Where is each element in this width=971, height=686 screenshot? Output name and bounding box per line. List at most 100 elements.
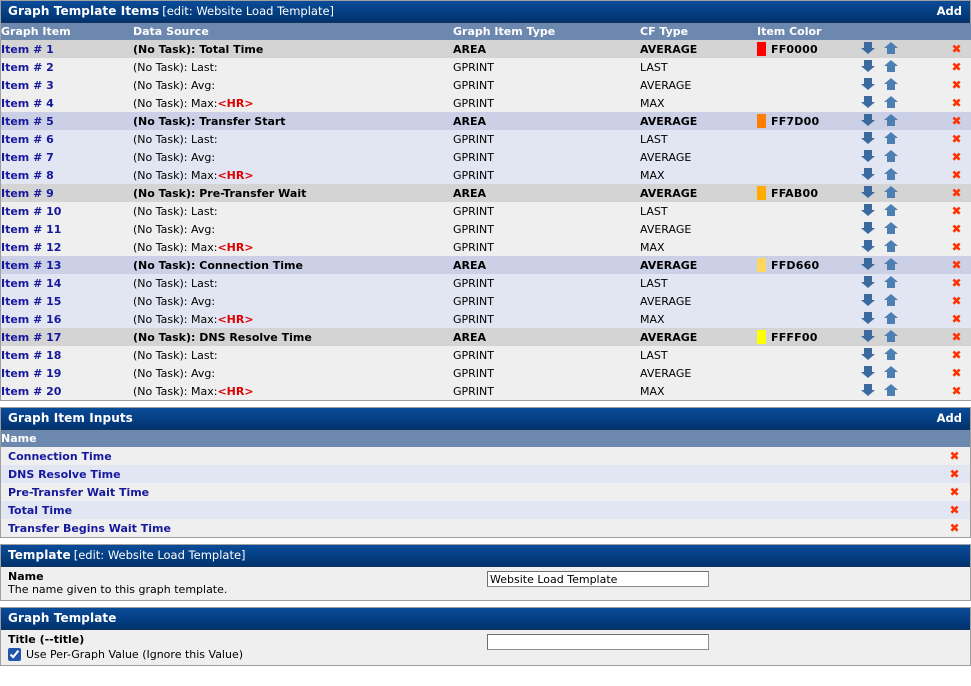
delete-icon[interactable]: ✖ [951,276,961,290]
delete-icon[interactable]: ✖ [951,150,961,164]
graph-item-link[interactable]: Item # 19 [1,367,61,380]
arrow-up-icon[interactable] [884,257,898,271]
delete-icon[interactable]: ✖ [949,521,959,535]
graph-item-link[interactable]: Item # 3 [1,79,54,92]
arrow-up-icon[interactable] [884,383,898,397]
data-source-text: (No Task): Last: [133,132,218,146]
template-name-input[interactable] [487,571,709,587]
arrow-up-icon[interactable] [884,239,898,253]
arrow-down-icon[interactable] [861,41,875,55]
delete-icon[interactable]: ✖ [949,467,959,481]
arrow-down-icon[interactable] [861,185,875,199]
use-per-graph-value-checkbox[interactable] [8,648,21,661]
arrow-down-icon[interactable] [861,149,875,163]
graph-item-link[interactable]: Item # 18 [1,349,61,362]
arrow-up-icon[interactable] [884,347,898,361]
delete-icon[interactable]: ✖ [951,348,961,362]
delete-icon[interactable]: ✖ [951,384,961,398]
arrow-up-icon[interactable] [884,59,898,73]
graph-item-link[interactable]: Item # 17 [1,331,61,344]
graph-item-link[interactable]: Item # 4 [1,97,54,110]
graph-item-link[interactable]: Item # 10 [1,205,61,218]
graph-item-input-link[interactable]: Total Time [1,504,72,517]
arrow-down-icon[interactable] [861,239,875,253]
arrow-down-icon[interactable] [861,311,875,325]
graph-template-title-input[interactable] [487,634,709,650]
graph-item-input-link[interactable]: Connection Time [1,450,112,463]
use-per-graph-value-label[interactable]: Use Per-Graph Value (Ignore this Value) [26,648,243,661]
arrow-down-icon[interactable] [861,329,875,343]
delete-icon[interactable]: ✖ [949,503,959,517]
delete-icon[interactable]: ✖ [951,60,961,74]
arrow-up-icon[interactable] [884,77,898,91]
delete-icon[interactable]: ✖ [951,294,961,308]
delete-icon[interactable]: ✖ [949,485,959,499]
table-row: Item # 15 (No Task): Avg: GPRINT AVERAGE ✖ [1,292,971,310]
arrow-down-icon[interactable] [861,167,875,181]
arrow-down-icon[interactable] [861,275,875,289]
graph-item-link[interactable]: Item # 11 [1,223,61,236]
delete-icon[interactable]: ✖ [951,240,961,254]
arrow-down-icon[interactable] [861,203,875,217]
graph-item-link[interactable]: Item # 9 [1,187,54,200]
arrow-down-icon[interactable] [861,95,875,109]
delete-icon[interactable]: ✖ [951,96,961,110]
arrow-down-icon[interactable] [861,113,875,127]
arrow-up-icon[interactable] [884,221,898,235]
graph-item-link[interactable]: Item # 2 [1,61,54,74]
graph-item-link[interactable]: Item # 12 [1,241,61,254]
arrow-down-icon[interactable] [861,347,875,361]
delete-icon[interactable]: ✖ [951,78,961,92]
arrow-down-icon[interactable] [861,257,875,271]
graph-item-input-link[interactable]: Transfer Begins Wait Time [1,522,171,535]
delete-icon[interactable]: ✖ [951,312,961,326]
graph-item-link[interactable]: Item # 5 [1,115,54,128]
delete-icon[interactable]: ✖ [951,366,961,380]
add-graph-template-item-button[interactable]: Add [937,1,964,22]
arrow-up-icon[interactable] [884,329,898,343]
graph-item-input-link[interactable]: Pre-Transfer Wait Time [1,486,149,499]
cell-move-actions [861,346,941,364]
graph-item-link[interactable]: Item # 7 [1,151,54,164]
arrow-up-icon[interactable] [884,203,898,217]
arrow-up-icon[interactable] [884,95,898,109]
arrow-up-icon[interactable] [884,149,898,163]
arrow-up-icon[interactable] [884,41,898,55]
arrow-down-icon[interactable] [861,221,875,235]
arrow-up-icon[interactable] [884,365,898,379]
delete-icon[interactable]: ✖ [951,204,961,218]
graph-item-link[interactable]: Item # 14 [1,277,61,290]
arrow-down-icon[interactable] [861,293,875,307]
arrow-up-icon[interactable] [884,167,898,181]
delete-icon[interactable]: ✖ [951,42,961,56]
arrow-up-icon[interactable] [884,275,898,289]
arrow-up-icon[interactable] [884,311,898,325]
delete-icon[interactable]: ✖ [951,186,961,200]
arrow-down-icon[interactable] [861,77,875,91]
graph-item-link[interactable]: Item # 15 [1,295,61,308]
arrow-up-icon[interactable] [884,293,898,307]
delete-icon[interactable]: ✖ [949,449,959,463]
arrow-up-icon[interactable] [884,113,898,127]
graph-item-link[interactable]: Item # 20 [1,385,61,398]
arrow-up-icon[interactable] [884,131,898,145]
per-graph-value-row[interactable]: Use Per-Graph Value (Ignore this Value) [8,648,487,661]
arrow-up-icon[interactable] [884,185,898,199]
graph-item-link[interactable]: Item # 16 [1,313,61,326]
graph-item-link[interactable]: Item # 13 [1,259,61,272]
delete-icon[interactable]: ✖ [951,330,961,344]
delete-icon[interactable]: ✖ [951,114,961,128]
graph-item-link[interactable]: Item # 8 [1,169,54,182]
arrow-down-icon[interactable] [861,131,875,145]
add-graph-item-input-button[interactable]: Add [937,408,964,429]
arrow-down-icon[interactable] [861,383,875,397]
delete-icon[interactable]: ✖ [951,132,961,146]
graph-item-link[interactable]: Item # 1 [1,43,54,56]
arrow-down-icon[interactable] [861,365,875,379]
delete-icon[interactable]: ✖ [951,168,961,182]
delete-icon[interactable]: ✖ [951,258,961,272]
graph-item-link[interactable]: Item # 6 [1,133,54,146]
arrow-down-icon[interactable] [861,59,875,73]
delete-icon[interactable]: ✖ [951,222,961,236]
graph-item-input-link[interactable]: DNS Resolve Time [1,468,121,481]
